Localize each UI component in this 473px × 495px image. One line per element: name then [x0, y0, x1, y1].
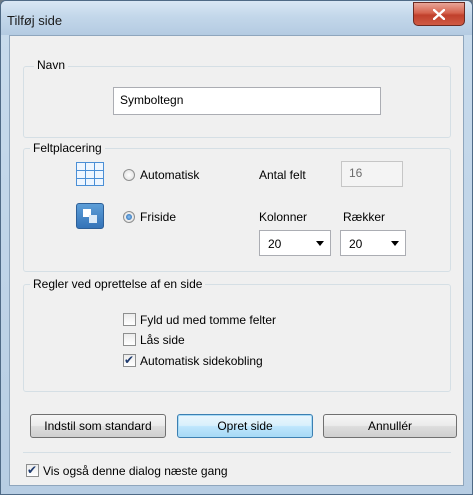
dialog-window: Tilføj side Navn Symboltegn Feltplacerin… — [0, 0, 473, 495]
columns-select[interactable]: 20 — [259, 230, 331, 256]
rows-label: Rækker — [343, 210, 386, 224]
rows-value: 20 — [349, 237, 363, 251]
set-default-button[interactable]: Indstil som standard — [30, 414, 166, 438]
lock-page-label: Lås side — [140, 333, 185, 347]
rules-group: Regler ved oprettelse af en side — [23, 277, 451, 392]
close-icon — [433, 8, 445, 20]
dialog-body: Navn Symboltegn Feltplacering Automatisk… — [9, 35, 464, 486]
auto-link-label: Automatisk sidekobling — [140, 354, 263, 368]
free-layout-icon — [76, 203, 104, 229]
automatic-label: Automatisk — [140, 168, 200, 182]
fill-empty-label: Fyld ud med tomme felter — [140, 313, 277, 327]
field-count-label: Antal felt — [259, 168, 306, 182]
separator — [23, 452, 451, 453]
checkmark-icon: ✔ — [27, 463, 38, 477]
show-again-checkbox[interactable]: ✔ — [26, 463, 39, 477]
grid-icon — [76, 162, 104, 186]
window-title: Tilføj side — [7, 13, 63, 28]
name-group-legend: Navn — [34, 58, 69, 72]
automatic-radio[interactable] — [123, 169, 135, 181]
rows-select[interactable]: 20 — [340, 230, 406, 256]
free-page-label: Friside — [140, 210, 177, 224]
chevron-down-icon — [316, 241, 324, 246]
close-button[interactable] — [413, 2, 465, 26]
fill-empty-checkbox[interactable] — [123, 313, 136, 326]
titlebar[interactable]: Tilføj side — [1, 1, 472, 35]
show-again-label: Vis også denne dialog næste gang — [43, 464, 228, 478]
auto-link-checkbox[interactable]: ✔ — [123, 353, 136, 367]
free-page-radio[interactable] — [123, 211, 135, 223]
create-page-button[interactable]: Opret side — [177, 414, 313, 438]
field-count-input: 16 — [341, 161, 403, 187]
columns-label: Kolonner — [259, 210, 308, 224]
lock-page-checkbox[interactable] — [123, 333, 136, 346]
placement-group-legend: Feltplacering — [30, 141, 105, 155]
checkmark-icon: ✔ — [124, 353, 135, 367]
cancel-button[interactable]: Annullér — [323, 414, 457, 438]
columns-value: 20 — [268, 237, 282, 251]
rules-group-legend: Regler ved oprettelse af en side — [30, 277, 206, 291]
page-name-input[interactable]: Symboltegn — [113, 87, 381, 115]
chevron-down-icon — [391, 241, 399, 246]
